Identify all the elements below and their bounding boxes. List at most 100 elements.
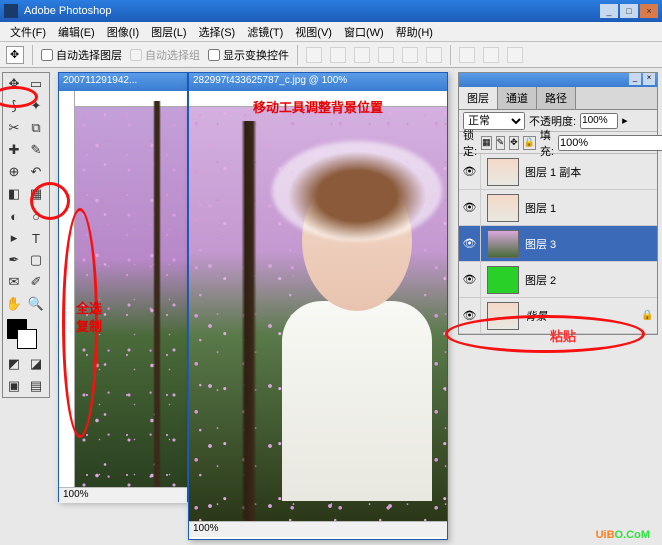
layer-thumb[interactable] <box>487 194 519 222</box>
align-vcenter-icon[interactable] <box>330 47 346 63</box>
tab-channels[interactable]: 通道 <box>498 87 537 109</box>
tab-paths[interactable]: 路径 <box>537 87 576 109</box>
panel-minimize-button[interactable]: _ <box>629 73 641 85</box>
brush-tool-icon[interactable]: ✎ <box>25 139 47 161</box>
lock-position-icon[interactable]: ✥ <box>509 136 519 150</box>
menu-image[interactable]: 图像(I) <box>101 22 145 42</box>
layer-name[interactable]: 背景 <box>525 308 641 324</box>
eyedropper-tool-icon[interactable]: ✐ <box>25 271 47 293</box>
menu-view[interactable]: 视图(V) <box>289 22 338 42</box>
menu-select[interactable]: 选择(S) <box>193 22 242 42</box>
visibility-icon[interactable]: 👁 <box>459 226 481 261</box>
shape-tool-icon[interactable]: ▢ <box>25 249 47 271</box>
align-top-icon[interactable] <box>306 47 322 63</box>
doc2-status: 100% <box>189 521 447 537</box>
layer-thumb[interactable] <box>487 158 519 186</box>
eraser-tool-icon[interactable]: ◧ <box>3 183 25 205</box>
annotation-move-tool: 移动工具调整背景位置 <box>209 97 427 116</box>
tab-layers[interactable]: 图层 <box>459 87 498 109</box>
menu-bar: 文件(F) 编辑(E) 图像(I) 图层(L) 选择(S) 滤镜(T) 视图(V… <box>0 22 662 42</box>
document-window-2[interactable]: 282997t433625787_c.jpg @ 100% 移动工具调整背景位置… <box>188 72 448 540</box>
visibility-icon[interactable]: 👁 <box>459 262 481 297</box>
align-bottom-icon[interactable] <box>354 47 370 63</box>
screenmode-icon[interactable]: ▣ <box>3 375 25 397</box>
wand-tool-icon[interactable]: ✦ <box>25 95 47 117</box>
lock-transparent-icon[interactable]: ▦ <box>481 136 492 150</box>
auto-select-group[interactable]: 自动选择组 <box>130 47 200 63</box>
menu-help[interactable]: 帮助(H) <box>390 22 439 42</box>
watermark: UiBO.CoM <box>596 525 650 541</box>
doc1-status: 100% <box>59 487 187 503</box>
stamp-tool-icon[interactable]: ⊕ <box>3 161 25 183</box>
panel-close-button[interactable]: × <box>643 73 655 85</box>
quickmask2-icon[interactable]: ◪ <box>25 353 47 375</box>
healing-tool-icon[interactable]: ✚ <box>3 139 25 161</box>
quickmask-icon[interactable]: ◩ <box>3 353 25 375</box>
type-tool-icon[interactable]: T <box>25 227 47 249</box>
layer-name[interactable]: 图层 3 <box>525 236 657 252</box>
dist-top-icon[interactable] <box>459 47 475 63</box>
menu-file[interactable]: 文件(F) <box>4 22 52 42</box>
chevron-right-icon[interactable]: ▸ <box>622 114 628 127</box>
blur-tool-icon[interactable]: ◐ <box>3 205 25 227</box>
opacity-input[interactable] <box>580 113 618 129</box>
menu-filter[interactable]: 滤镜(T) <box>241 22 289 42</box>
visibility-icon[interactable]: 👁 <box>459 298 481 333</box>
layer-name[interactable]: 图层 1 副本 <box>525 164 657 180</box>
screenmode2-icon[interactable]: ▤ <box>25 375 47 397</box>
path-tool-icon[interactable]: ▸ <box>3 227 25 249</box>
show-transform[interactable]: 显示变换控件 <box>208 47 289 63</box>
minimize-button[interactable]: _ <box>600 4 618 18</box>
history-tool-icon[interactable]: ↶ <box>25 161 47 183</box>
layer-name[interactable]: 图层 2 <box>525 272 657 288</box>
lasso-tool-icon[interactable]: ⟆ <box>3 95 25 117</box>
color-swatches[interactable] <box>3 315 49 353</box>
gradient-tool-icon[interactable]: ▦ <box>25 183 47 205</box>
dodge-tool-icon[interactable]: ○ <box>25 205 47 227</box>
layer-row[interactable]: 👁 图层 2 <box>459 262 657 298</box>
dist-v-icon[interactable] <box>483 47 499 63</box>
doc1-canvas[interactable] <box>59 91 187 487</box>
pen-tool-icon[interactable]: ✒ <box>3 249 25 271</box>
align-hcenter-icon[interactable] <box>402 47 418 63</box>
lock-icon: 🔒 <box>641 310 657 321</box>
menu-edit[interactable]: 编辑(E) <box>52 22 101 42</box>
move-tool-icon[interactable]: ✥ <box>3 73 25 95</box>
slice-tool-icon[interactable]: ⧉ <box>25 117 47 139</box>
align-left-icon[interactable] <box>378 47 394 63</box>
move-tool-icon[interactable] <box>6 46 24 64</box>
dist-bottom-icon[interactable] <box>507 47 523 63</box>
layer-row[interactable]: 👁 图层 3 <box>459 226 657 262</box>
doc2-canvas[interactable]: 移动工具调整背景位置 <box>189 91 447 521</box>
fill-label: 填充: <box>540 127 554 159</box>
visibility-icon[interactable]: 👁 <box>459 154 481 189</box>
marquee-tool-icon[interactable]: ▭ <box>25 73 47 95</box>
app-title: Adobe Photoshop <box>24 5 111 17</box>
ps-icon <box>4 4 18 18</box>
layer-name[interactable]: 图层 1 <box>525 200 657 216</box>
hand-tool-icon[interactable]: ✋ <box>3 293 25 315</box>
close-button[interactable]: × <box>640 4 658 18</box>
align-right-icon[interactable] <box>426 47 442 63</box>
layer-thumb[interactable] <box>487 266 519 294</box>
background-color[interactable] <box>17 329 37 349</box>
lock-all-icon[interactable]: 🔒 <box>523 136 536 150</box>
menu-window[interactable]: 窗口(W) <box>338 22 390 42</box>
document-window-1[interactable]: 200711291942... 100% <box>58 72 188 502</box>
fill-input[interactable] <box>558 135 662 151</box>
menu-layer[interactable]: 图层(L) <box>145 22 192 42</box>
notes-tool-icon[interactable]: ✉ <box>3 271 25 293</box>
layer-row[interactable]: 👁 图层 1 <box>459 190 657 226</box>
doc1-title[interactable]: 200711291942... <box>59 73 187 91</box>
layer-thumb[interactable] <box>487 302 519 330</box>
crop-tool-icon[interactable]: ✂ <box>3 117 25 139</box>
layers-panel: _ × 图层 通道 路径 正常 不透明度: ▸ 锁定: ▦ ✎ ✥ 🔒 填充: … <box>458 72 658 335</box>
visibility-icon[interactable]: 👁 <box>459 190 481 225</box>
auto-select-layer[interactable]: 自动选择图层 <box>41 47 122 63</box>
doc2-title[interactable]: 282997t433625787_c.jpg @ 100% <box>189 73 447 91</box>
layer-row[interactable]: 👁 图层 1 副本 <box>459 154 657 190</box>
layer-thumb[interactable] <box>487 230 519 258</box>
maximize-button[interactable]: □ <box>620 4 638 18</box>
lock-paint-icon[interactable]: ✎ <box>496 136 506 150</box>
zoom-tool-icon[interactable]: 🔍 <box>25 293 47 315</box>
